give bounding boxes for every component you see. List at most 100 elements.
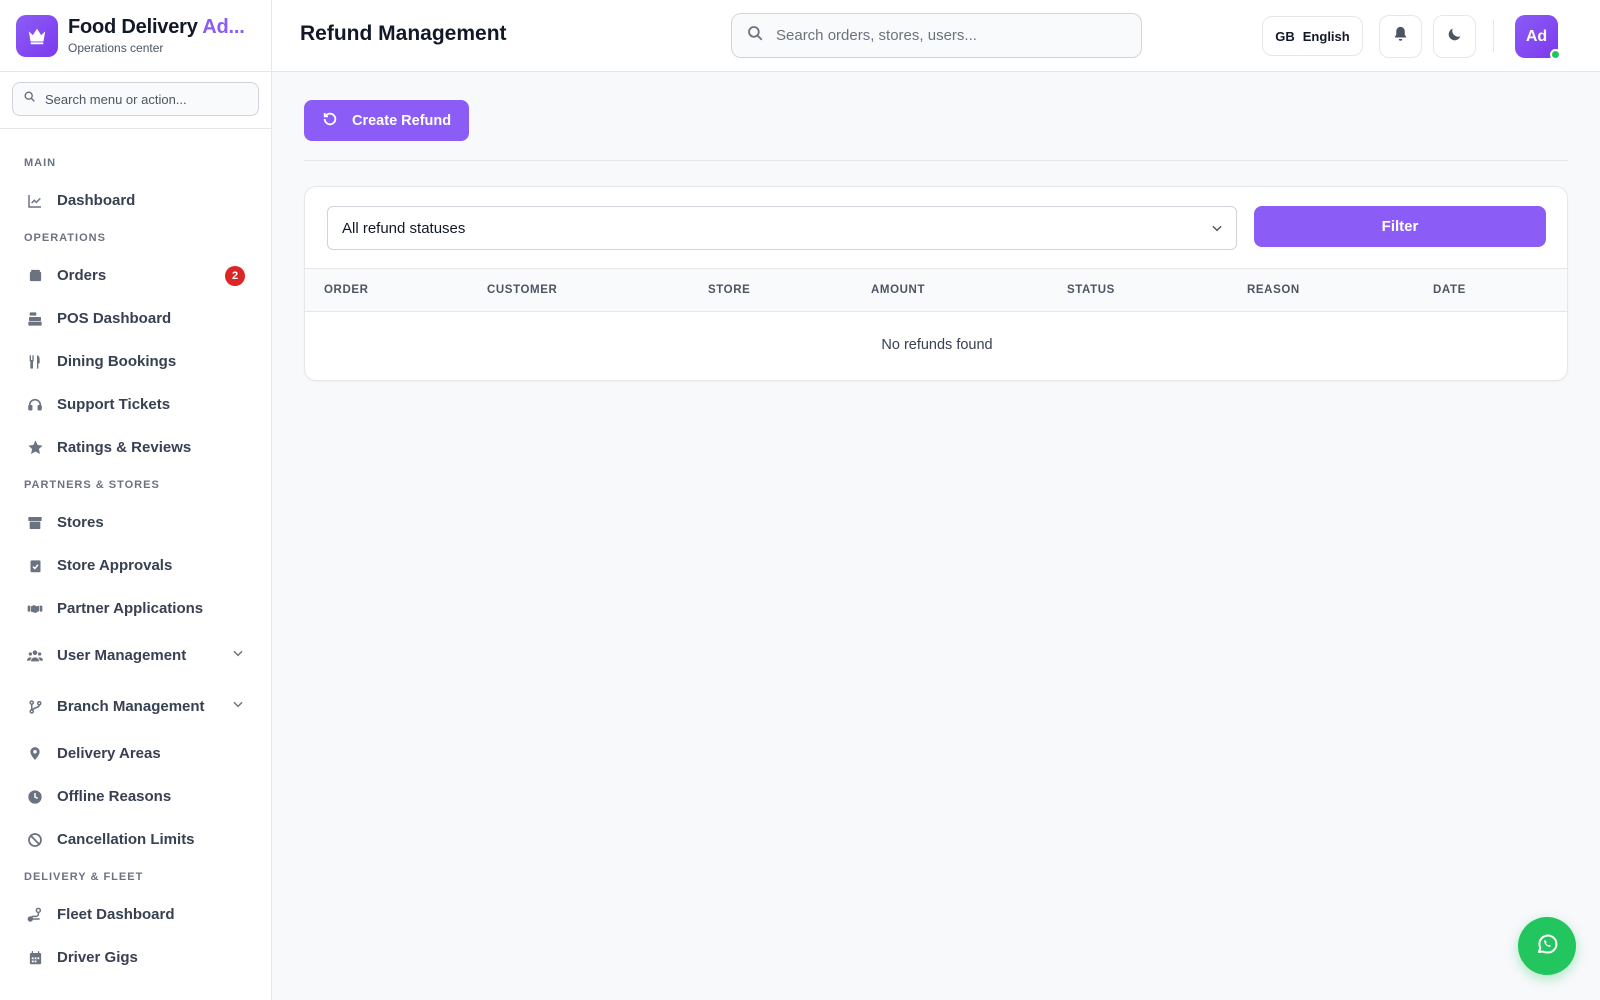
brand-subtitle: Operations center (68, 41, 164, 55)
top-header: Refund Management GB English Ad (272, 0, 1600, 72)
column-header-customer[interactable]: CUSTOMER (487, 284, 557, 296)
sidebar-item-label: Partner Applications (57, 600, 204, 617)
crown-icon[interactable] (16, 14, 58, 57)
chart-line-icon (26, 192, 44, 210)
sidebar-search (12, 82, 259, 116)
clock-icon (26, 788, 44, 806)
bell-icon (1392, 25, 1409, 48)
sidebar-item-label: Orders (57, 267, 107, 284)
sidebar-item-stores[interactable]: Stores (12, 501, 259, 544)
sidebar-item-label: POS Dashboard (57, 310, 172, 327)
column-header-store[interactable]: STORE (708, 284, 750, 296)
section-divider (304, 160, 1568, 161)
sidebar-item-label: Branch Management (57, 698, 205, 715)
nav-section-delivery-fleet: DELIVERY & FLEET (24, 871, 144, 883)
main-content: Create Refund All refund statuses Filter… (272, 72, 1600, 1000)
sidebar-item-branch-management[interactable]: Branch Management (12, 681, 259, 732)
empty-state-message: No refunds found (881, 337, 993, 353)
page-title: Refund Management (300, 22, 507, 45)
language-selector[interactable]: GB English (1262, 16, 1363, 56)
headset-icon (26, 396, 44, 414)
refund-status-value: All refund statuses (342, 219, 466, 237)
language-label: English (1302, 28, 1350, 44)
chevron-down-icon (1210, 221, 1224, 239)
filter-button[interactable]: Filter (1254, 206, 1546, 247)
language-code: GB (1275, 28, 1295, 44)
global-search (731, 13, 1142, 58)
header-divider (1493, 20, 1494, 52)
column-header-date[interactable]: DATE (1433, 284, 1466, 296)
sidebar-item-label: Delivery Areas (57, 745, 161, 762)
theme-toggle-button[interactable] (1433, 15, 1476, 58)
sidebar-item-label: Fleet Dashboard (57, 906, 175, 923)
sidebar-item-label: Stores (57, 514, 104, 531)
avatar[interactable]: Ad (1515, 15, 1561, 60)
sidebar-search-input[interactable] (45, 91, 245, 107)
online-status-dot (1550, 49, 1561, 60)
column-header-order[interactable]: ORDER (324, 284, 369, 296)
nav-section-partners-stores: PARTNERS & STORES (24, 479, 160, 491)
nav-section-operations: OPERATIONS (24, 232, 106, 244)
refunds-card: All refund statuses Filter ORDER CUSTOME… (304, 186, 1568, 381)
clipboard-check-icon (26, 557, 44, 575)
avatar-initials: Ad (1525, 27, 1548, 45)
rotate-left-icon (322, 111, 338, 131)
whatsapp-button[interactable] (1518, 917, 1576, 975)
sidebar-item-delivery-areas[interactable]: Delivery Areas (12, 732, 259, 775)
sidebar-item-label: Offline Reasons (57, 788, 172, 805)
sidebar-nav: MAIN Dashboard OPERATIONS Orders 2 POS D… (0, 129, 271, 979)
refund-status-select[interactable]: All refund statuses (327, 206, 1237, 250)
sidebar-item-support-tickets[interactable]: Support Tickets (12, 383, 259, 426)
chevron-down-icon[interactable] (231, 697, 245, 716)
cash-register-icon (26, 310, 44, 328)
sidebar-item-fleet-dashboard[interactable]: Fleet Dashboard (12, 893, 259, 936)
map-pin-icon (26, 745, 44, 763)
create-refund-label: Create Refund (352, 112, 452, 129)
chevron-down-icon[interactable] (231, 646, 245, 665)
sidebar-item-orders[interactable]: Orders 2 (12, 254, 259, 297)
handshake-icon (26, 600, 44, 618)
ban-icon (26, 831, 44, 849)
sidebar-item-label: Store Approvals (57, 557, 173, 574)
star-icon (26, 439, 44, 457)
sidebar-item-ratings-reviews[interactable]: Ratings & Reviews (12, 426, 259, 469)
sidebar-item-label: Ratings & Reviews (57, 439, 192, 456)
code-branch-icon (26, 698, 44, 716)
box-icon (26, 267, 44, 285)
sidebar-item-label: Dining Bookings (57, 353, 177, 370)
sidebar-item-store-approvals[interactable]: Store Approvals (12, 544, 259, 587)
route-icon (26, 906, 44, 924)
sidebar-item-dashboard[interactable]: Dashboard (12, 179, 259, 222)
users-icon (26, 647, 44, 665)
column-header-status[interactable]: STATUS (1067, 284, 1115, 296)
sidebar-item-label: Dashboard (57, 192, 136, 209)
sidebar-item-label: Cancellation Limits (57, 831, 195, 848)
brand: Food Delivery Ad... Operations center (0, 0, 271, 72)
table-header: ORDER CUSTOMER STORE AMOUNT STATUS REASO… (305, 268, 1567, 312)
sidebar-item-label: User Management (57, 647, 187, 664)
sidebar-item-label: Driver Gigs (57, 949, 138, 966)
sidebar-item-cancellation-limits[interactable]: Cancellation Limits (12, 818, 259, 861)
sidebar-item-user-management[interactable]: User Management (12, 630, 259, 681)
create-refund-button[interactable]: Create Refund (304, 100, 469, 141)
sidebar-item-offline-reasons[interactable]: Offline Reasons (12, 775, 259, 818)
column-header-reason[interactable]: REASON (1247, 284, 1300, 296)
search-icon (746, 24, 764, 47)
sidebar-item-pos-dashboard[interactable]: POS Dashboard (12, 297, 259, 340)
moon-icon (1447, 26, 1463, 47)
sidebar-item-dining-bookings[interactable]: Dining Bookings (12, 340, 259, 383)
sidebar-item-label: Support Tickets (57, 396, 171, 413)
sidebar-item-partner-applications[interactable]: Partner Applications (12, 587, 259, 630)
sidebar-item-driver-gigs[interactable]: Driver Gigs (12, 936, 259, 979)
orders-count-badge: 2 (225, 265, 245, 286)
notifications-button[interactable] (1379, 15, 1422, 58)
calendar-icon (26, 949, 44, 967)
sidebar: Food Delivery Ad... Operations center MA… (0, 0, 272, 1000)
brand-title: Food Delivery Ad... (68, 16, 245, 38)
store-icon (26, 514, 44, 532)
search-icon (23, 90, 36, 108)
column-header-amount[interactable]: AMOUNT (871, 284, 925, 296)
global-search-input[interactable] (776, 27, 1116, 44)
whatsapp-icon (1535, 932, 1559, 961)
utensils-icon (26, 353, 44, 371)
